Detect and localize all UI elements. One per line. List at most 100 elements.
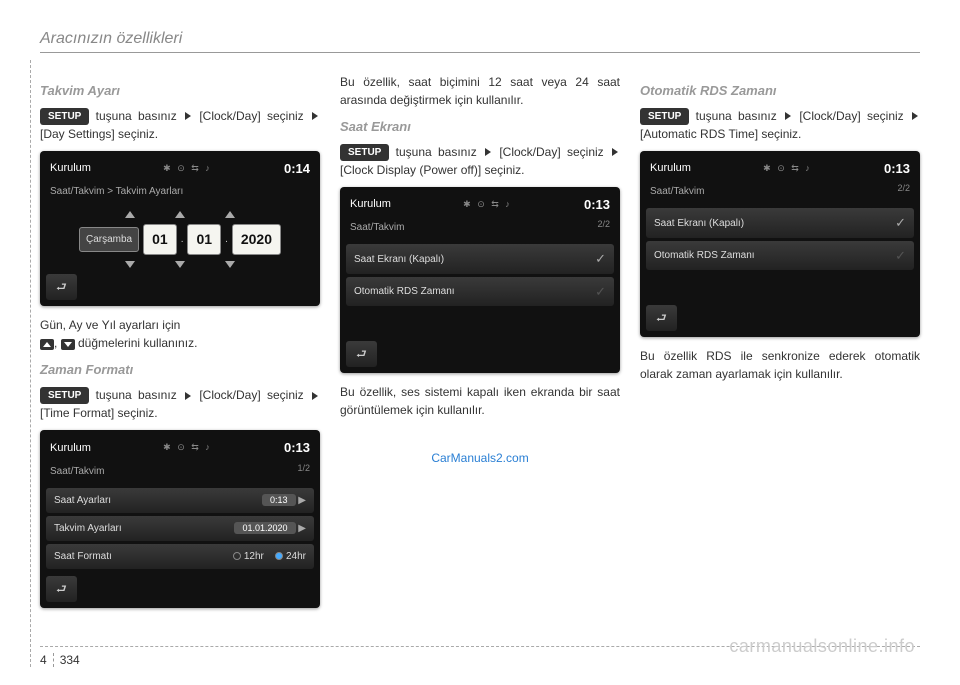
screen-clock: 0:13 [584,195,610,215]
list-item: Saat Formatı 12hr 24hr [46,544,314,569]
arrow-right-icon [312,112,318,120]
down-arrow-icon [125,261,135,268]
up-arrow-icon [175,211,185,218]
arrow-right-icon [785,112,791,120]
text: [Clock Display (Power off)] seçiniz. [340,163,525,177]
status-icons: ✱ ⊙ ⇆ ♪ [763,162,812,176]
screen-clock: 0:13 [884,159,910,179]
setup-button-icon: SETUP [40,387,89,404]
radio-label: 12hr [244,551,264,562]
section-title-clock-display: Saat Ekranı [340,117,620,137]
radio-off-icon [233,552,241,560]
row-label: Otomatik RDS Zamanı [654,248,755,263]
row-label: Saat Ayarları [54,493,111,508]
chevron-right-icon: ▶ [298,523,306,534]
setup-button-icon: SETUP [40,108,89,125]
screen-clock: 0:13 [284,438,310,458]
list-item: Saat Ekranı (Kapalı) ✓ [346,244,614,274]
page-number: 334 [60,653,80,667]
screenshot-time-format: Kurulum ✱ ⊙ ⇆ ♪ 0:13 Saat/Takvim 1/2 Saa… [40,430,320,608]
screen-title: Kurulum [50,160,91,177]
row-label: Takvim Ayarları [54,521,122,536]
section-title-rds: Otomatik RDS Zamanı [640,81,920,101]
text: [Clock/Day] seçiniz [193,388,310,402]
status-icons: ✱ ⊙ ⇆ ♪ [163,441,212,455]
row-label: Saat Ekranı (Kapalı) [654,216,744,231]
value-box: 0:13 [262,494,296,506]
up-arrow-icon [225,211,235,218]
screen-title: Kurulum [350,196,391,213]
page-header: Aracınızın özellikleri [40,30,920,48]
check-icon: ✓ [595,249,606,269]
arrow-right-icon [912,112,918,120]
column-2: Bu özellik, saat biçimini 12 saat veya 2… [340,73,620,618]
paragraph: SETUP tuşuna basınız [Clock/Day] seçiniz… [40,386,320,422]
paragraph: Bu özellik RDS ile senkronize ederek oto… [640,347,920,383]
page-footer: 4 334 [40,653,80,667]
column-3: Otomatik RDS Zamanı SETUP tuşuna basınız… [640,73,920,618]
text: tuşuna basınız [89,109,183,123]
arrow-right-icon [312,392,318,400]
down-arrow-icon [175,261,185,268]
section-title-time-format: Zaman Formatı [40,360,320,380]
section-title-calendar: Takvim Ayarı [40,81,320,101]
breadcrumb: Saat/Takvim [646,182,708,205]
paragraph: Bu özellik, ses sistemi kapalı iken ekra… [340,383,620,419]
breadcrumb: Saat/Takvim > Takvim Ayarları [46,182,314,205]
breadcrumb: Saat/Takvim [46,462,108,485]
text: [Clock/Day] seçiniz [493,145,610,159]
list-item: Otomatik RDS Zamanı ✓ [346,277,614,307]
screen-clock: 0:14 [284,159,310,179]
check-icon: ✓ [895,213,906,233]
watermark: carmanualsonline.info [729,636,915,657]
row-label: Saat Formatı [54,549,112,564]
text: [Day Settings] seçiniz. [40,127,158,141]
screen-title: Kurulum [650,160,691,177]
back-button: ⮐ [46,274,77,300]
text: [Clock/Day] seçiniz [193,109,310,123]
screen-title: Kurulum [50,440,91,457]
page-indicator: 1/2 [293,462,314,485]
text: tuşuna basınız [689,109,783,123]
screenshot-calendar-settings: Kurulum ✱ ⊙ ⇆ ♪ 0:14 Saat/Takvim > Takvi… [40,151,320,307]
carmanuals2-link[interactable]: CarManuals2.com [340,449,620,467]
day-value: 01 [143,224,177,255]
month-value: 01 [187,224,221,255]
text: tuşuna basınız [389,145,483,159]
row-label: Saat Ekranı (Kapalı) [354,252,444,267]
list-item: Saat Ayarları 0:13 ▶ [46,488,314,513]
text: [Clock/Day] seçiniz [793,109,910,123]
paragraph: SETUP tuşuna basınız [Clock/Day] seçiniz… [340,143,620,179]
paragraph: Bu özellik, saat biçimini 12 saat veya 2… [340,73,620,109]
weekday-box: Çarşamba [79,227,139,252]
list-item: Takvim Ayarları 01.01.2020 ▶ [46,516,314,541]
year-value: 2020 [232,224,281,255]
page-indicator: 2/2 [593,218,614,241]
list-item: Saat Ekranı (Kapalı) ✓ [646,208,914,238]
chevron-right-icon: ▶ [298,495,306,506]
chapter-number: 4 [40,653,47,667]
arrow-right-icon [185,112,191,120]
up-arrow-icon [125,211,135,218]
down-arrow-icon [225,261,235,268]
check-icon: ✓ [595,282,606,302]
status-icons: ✱ ⊙ ⇆ ♪ [163,162,212,176]
breadcrumb: Saat/Takvim [346,218,408,241]
screenshot-rds-time: Kurulum ✱ ⊙ ⇆ ♪ 0:13 Saat/Takvim 2/2 Saa… [640,151,920,338]
paragraph: Gün, Ay ve Yıl ayarları için , düğmeleri… [40,316,320,352]
arrow-right-icon [612,148,618,156]
row-label: Otomatik RDS Zamanı [354,284,455,299]
back-button: ⮐ [346,341,377,367]
column-1: Takvim Ayarı SETUP tuşuna basınız [Clock… [40,73,320,618]
text: Gün, Ay ve Yıl ayarları için [40,318,180,332]
setup-button-icon: SETUP [340,144,389,161]
page-indicator: 2/2 [893,182,914,205]
setup-button-icon: SETUP [640,108,689,125]
arrow-right-icon [485,148,491,156]
up-button-icon [40,339,54,350]
text: tuşuna basınız [89,388,183,402]
list-item: Otomatik RDS Zamanı ✓ [646,241,914,271]
text: [Time Format] seçiniz. [40,406,158,420]
text: [Automatic RDS Time] seçiniz. [640,127,801,141]
status-icons: ✱ ⊙ ⇆ ♪ [463,198,512,212]
